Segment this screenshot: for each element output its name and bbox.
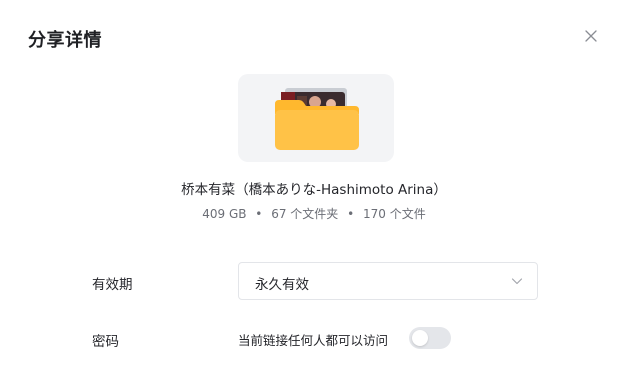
close-icon[interactable] — [583, 28, 599, 44]
share-details-dialog: 分享详情 桥本有菜（橋本ありな-Hashimoto Arina） 409 GB … — [0, 0, 628, 378]
file-thumbnail — [238, 74, 394, 162]
password-description: 当前链接任何人都可以访问 — [238, 333, 389, 348]
chevron-down-icon — [511, 278, 523, 285]
file-meta: 409 GB • 67 个文件夹 • 170 个文件 — [0, 205, 628, 222]
file-size: 409 GB — [202, 207, 247, 221]
validity-label: 有效期 — [92, 277, 133, 293]
folder-count: 67 个文件夹 — [271, 207, 339, 221]
file-name: 桥本有菜（橋本ありな-Hashimoto Arina） — [181, 182, 447, 198]
dialog-title: 分享详情 — [28, 30, 102, 51]
validity-value: 永久有效 — [255, 277, 309, 293]
separator-dot: • — [255, 207, 263, 221]
password-toggle[interactable] — [409, 327, 451, 349]
validity-select[interactable]: 永久有效 — [238, 262, 538, 300]
toggle-knob — [412, 330, 428, 346]
folder-icon — [275, 88, 359, 150]
file-count: 170 个文件 — [363, 207, 426, 221]
password-label: 密码 — [92, 334, 119, 350]
separator-dot: • — [347, 207, 355, 221]
